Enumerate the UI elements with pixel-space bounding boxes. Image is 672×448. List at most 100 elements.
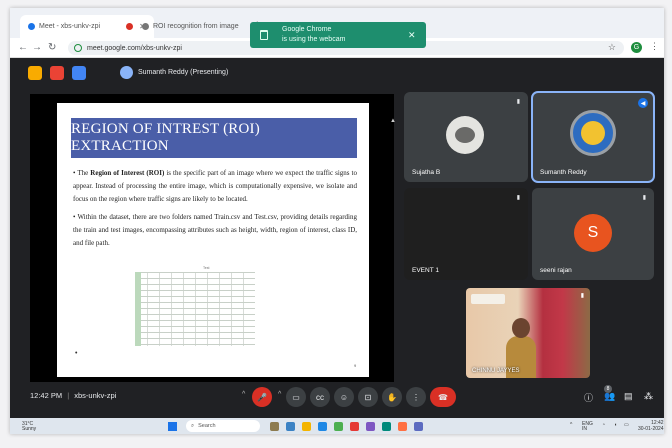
meet-controls-bar: 12:42 PM | xbs-unkv-zpi ^ 🎤 ^ ▭ cc ☺ ⊡ ✋… <box>10 385 664 409</box>
air-conditioner <box>471 294 505 304</box>
notification-close-button[interactable]: ✕ <box>408 30 416 41</box>
participant-name: EVENT 1 <box>412 267 439 274</box>
table-caption: Test <box>203 266 210 270</box>
participant-avatar <box>446 116 484 154</box>
muted-mic-icon: ▮ <box>516 99 520 105</box>
teams-icon[interactable] <box>366 422 375 431</box>
meeting-info: 12:42 PM | xbs-unkv-zpi <box>30 391 117 400</box>
profile-avatar[interactable]: G <box>631 42 642 53</box>
tab-label: Meet - xbs-unkv-zpi <box>39 23 101 30</box>
docs-app-icon[interactable] <box>72 66 86 80</box>
forward-arrow-icon[interactable]: → <box>32 42 42 53</box>
region-code: IN <box>582 426 587 432</box>
tab-label: ROI recognition from image <box>153 23 239 30</box>
chrome-icon[interactable] <box>334 422 343 431</box>
tray-chevron-icon[interactable]: ^ <box>570 422 572 428</box>
app-icon[interactable] <box>398 422 407 431</box>
battery-icon[interactable]: ▭ <box>624 422 629 428</box>
edge-icon[interactable] <box>318 422 327 431</box>
slide-bullets: • The Region of Interest (ROI) is the sp… <box>73 167 357 255</box>
slide-bullet-2: • Within the dataset, there are two fold… <box>73 211 357 250</box>
page-favicon-icon <box>142 23 149 30</box>
slide-title: REGION OF INTREST (ROI) EXTRACTION <box>71 118 357 158</box>
meet-top-bar: Sumanth Reddy (Presenting) <box>10 58 664 88</box>
notification-title: Google Chrome <box>282 26 332 33</box>
meeting-details-icon[interactable]: ⓘ <box>584 391 593 404</box>
language-indicator[interactable]: ENG IN <box>582 422 593 432</box>
volume-icon[interactable]: ◖ <box>614 422 617 428</box>
file-explorer-icon[interactable] <box>302 422 311 431</box>
participant-name: Sumanth Reddy <box>540 169 587 176</box>
animal-photo-icon <box>455 127 475 143</box>
presenter-name: Sumanth Reddy (Presenting) <box>138 69 229 76</box>
widgets-icon[interactable] <box>286 422 295 431</box>
participant-avatar: S <box>574 214 612 252</box>
participant-tile-event1[interactable]: ▮ EVENT 1 <box>404 188 528 280</box>
windows-start-icon[interactable] <box>168 422 177 431</box>
notification-text: is using the webcam <box>282 36 346 43</box>
store-icon[interactable] <box>382 422 391 431</box>
presentation-area[interactable]: REGION OF INTREST (ROI) EXTRACTION • The… <box>30 94 394 382</box>
bullet-1-bold: Region of Interest (ROI) <box>90 169 165 177</box>
site-info-icon[interactable] <box>74 44 82 52</box>
muted-mic-icon: ▮ <box>580 293 584 299</box>
search-icon: ⌕ <box>191 422 195 429</box>
participant-name: CHINNU JAYYES <box>472 368 520 374</box>
table-row-headers <box>135 272 141 346</box>
captions-button[interactable]: cc <box>310 387 330 407</box>
bullet-1-prefix: The <box>77 169 91 177</box>
slides-app-icon[interactable] <box>28 66 42 80</box>
trash-icon <box>260 30 268 40</box>
camera-options-icon[interactable]: ^ <box>278 391 281 398</box>
participant-name: Sujatha B <box>412 169 441 176</box>
participant-tile-sumanth[interactable]: ◀ Sumanth Reddy <box>531 91 655 183</box>
camera-toggle-button[interactable]: ▭ <box>286 387 306 407</box>
reload-icon[interactable]: ↻ <box>48 42 56 53</box>
people-icon[interactable]: 👥 <box>604 391 615 402</box>
recording-icon <box>126 23 134 30</box>
bullet-marker: • <box>75 350 78 357</box>
participant-tile-sujatha[interactable]: ▮ Sujatha B <box>404 92 528 182</box>
speaking-indicator-icon: ◀ <box>638 98 648 108</box>
taskbar-search-input[interactable]: ⌕ Search <box>186 420 260 432</box>
office-icon[interactable] <box>350 422 359 431</box>
weather-description: Sunny <box>22 426 37 432</box>
self-video-tile[interactable]: ▮ CHINNU JAYYES <box>466 288 590 378</box>
bookmark-star-icon[interactable]: ☆ <box>608 42 616 53</box>
participant-avatar <box>570 110 616 156</box>
meet-favicon-icon <box>28 23 35 30</box>
chat-icon[interactable]: ▤ <box>624 391 633 402</box>
presenter-avatar <box>120 66 133 79</box>
app-icon[interactable] <box>414 422 423 431</box>
bullet-2-text: Within the dataset, there are two folder… <box>73 213 357 247</box>
participant-name: seeni rajan <box>540 267 572 274</box>
muted-mic-icon: ▮ <box>516 195 520 201</box>
participant-tile-seeni[interactable]: S ▮ seeni rajan <box>532 188 654 280</box>
browser-menu-icon[interactable]: ⋮ <box>650 41 659 52</box>
muted-mic-icon: ▮ <box>642 195 646 201</box>
present-button[interactable]: ⊡ <box>358 387 378 407</box>
back-arrow-icon[interactable]: ← <box>18 42 28 53</box>
meeting-code: xbs-unkv-zpi <box>74 391 117 400</box>
search-placeholder: Search <box>198 423 216 429</box>
taskbar-clock[interactable]: 12:42 30-01-2024 <box>638 420 664 432</box>
end-call-button[interactable]: ☎ <box>430 387 456 407</box>
more-options-button[interactable]: ⋮ <box>406 387 426 407</box>
screen: Meet - xbs-unkv-zpi ✕ ROI recognition fr… <box>10 8 664 434</box>
activities-icon[interactable]: ⁂ <box>644 391 653 402</box>
task-view-icon[interactable] <box>270 422 279 431</box>
table-grid <box>135 272 255 346</box>
emoji-button[interactable]: ☺ <box>334 387 354 407</box>
mouse-cursor-icon: ▲ <box>390 118 396 124</box>
slide: REGION OF INTREST (ROI) EXTRACTION • The… <box>57 103 369 377</box>
clock-date: 30-01-2024 <box>638 426 664 432</box>
mic-toggle-button[interactable]: 🎤 <box>252 387 272 407</box>
mic-options-icon[interactable]: ^ <box>242 391 245 398</box>
raise-hand-button[interactable]: ✋ <box>382 387 402 407</box>
slide-page-number: 9 <box>354 363 357 368</box>
tab-roi[interactable]: ROI recognition from image ✕ <box>134 15 267 38</box>
bullet-marker: • <box>73 213 76 221</box>
weather-widget[interactable]: 31°C Sunny <box>22 422 36 432</box>
record-app-icon[interactable] <box>50 66 64 80</box>
wifi-icon[interactable]: ◔ <box>602 422 605 428</box>
